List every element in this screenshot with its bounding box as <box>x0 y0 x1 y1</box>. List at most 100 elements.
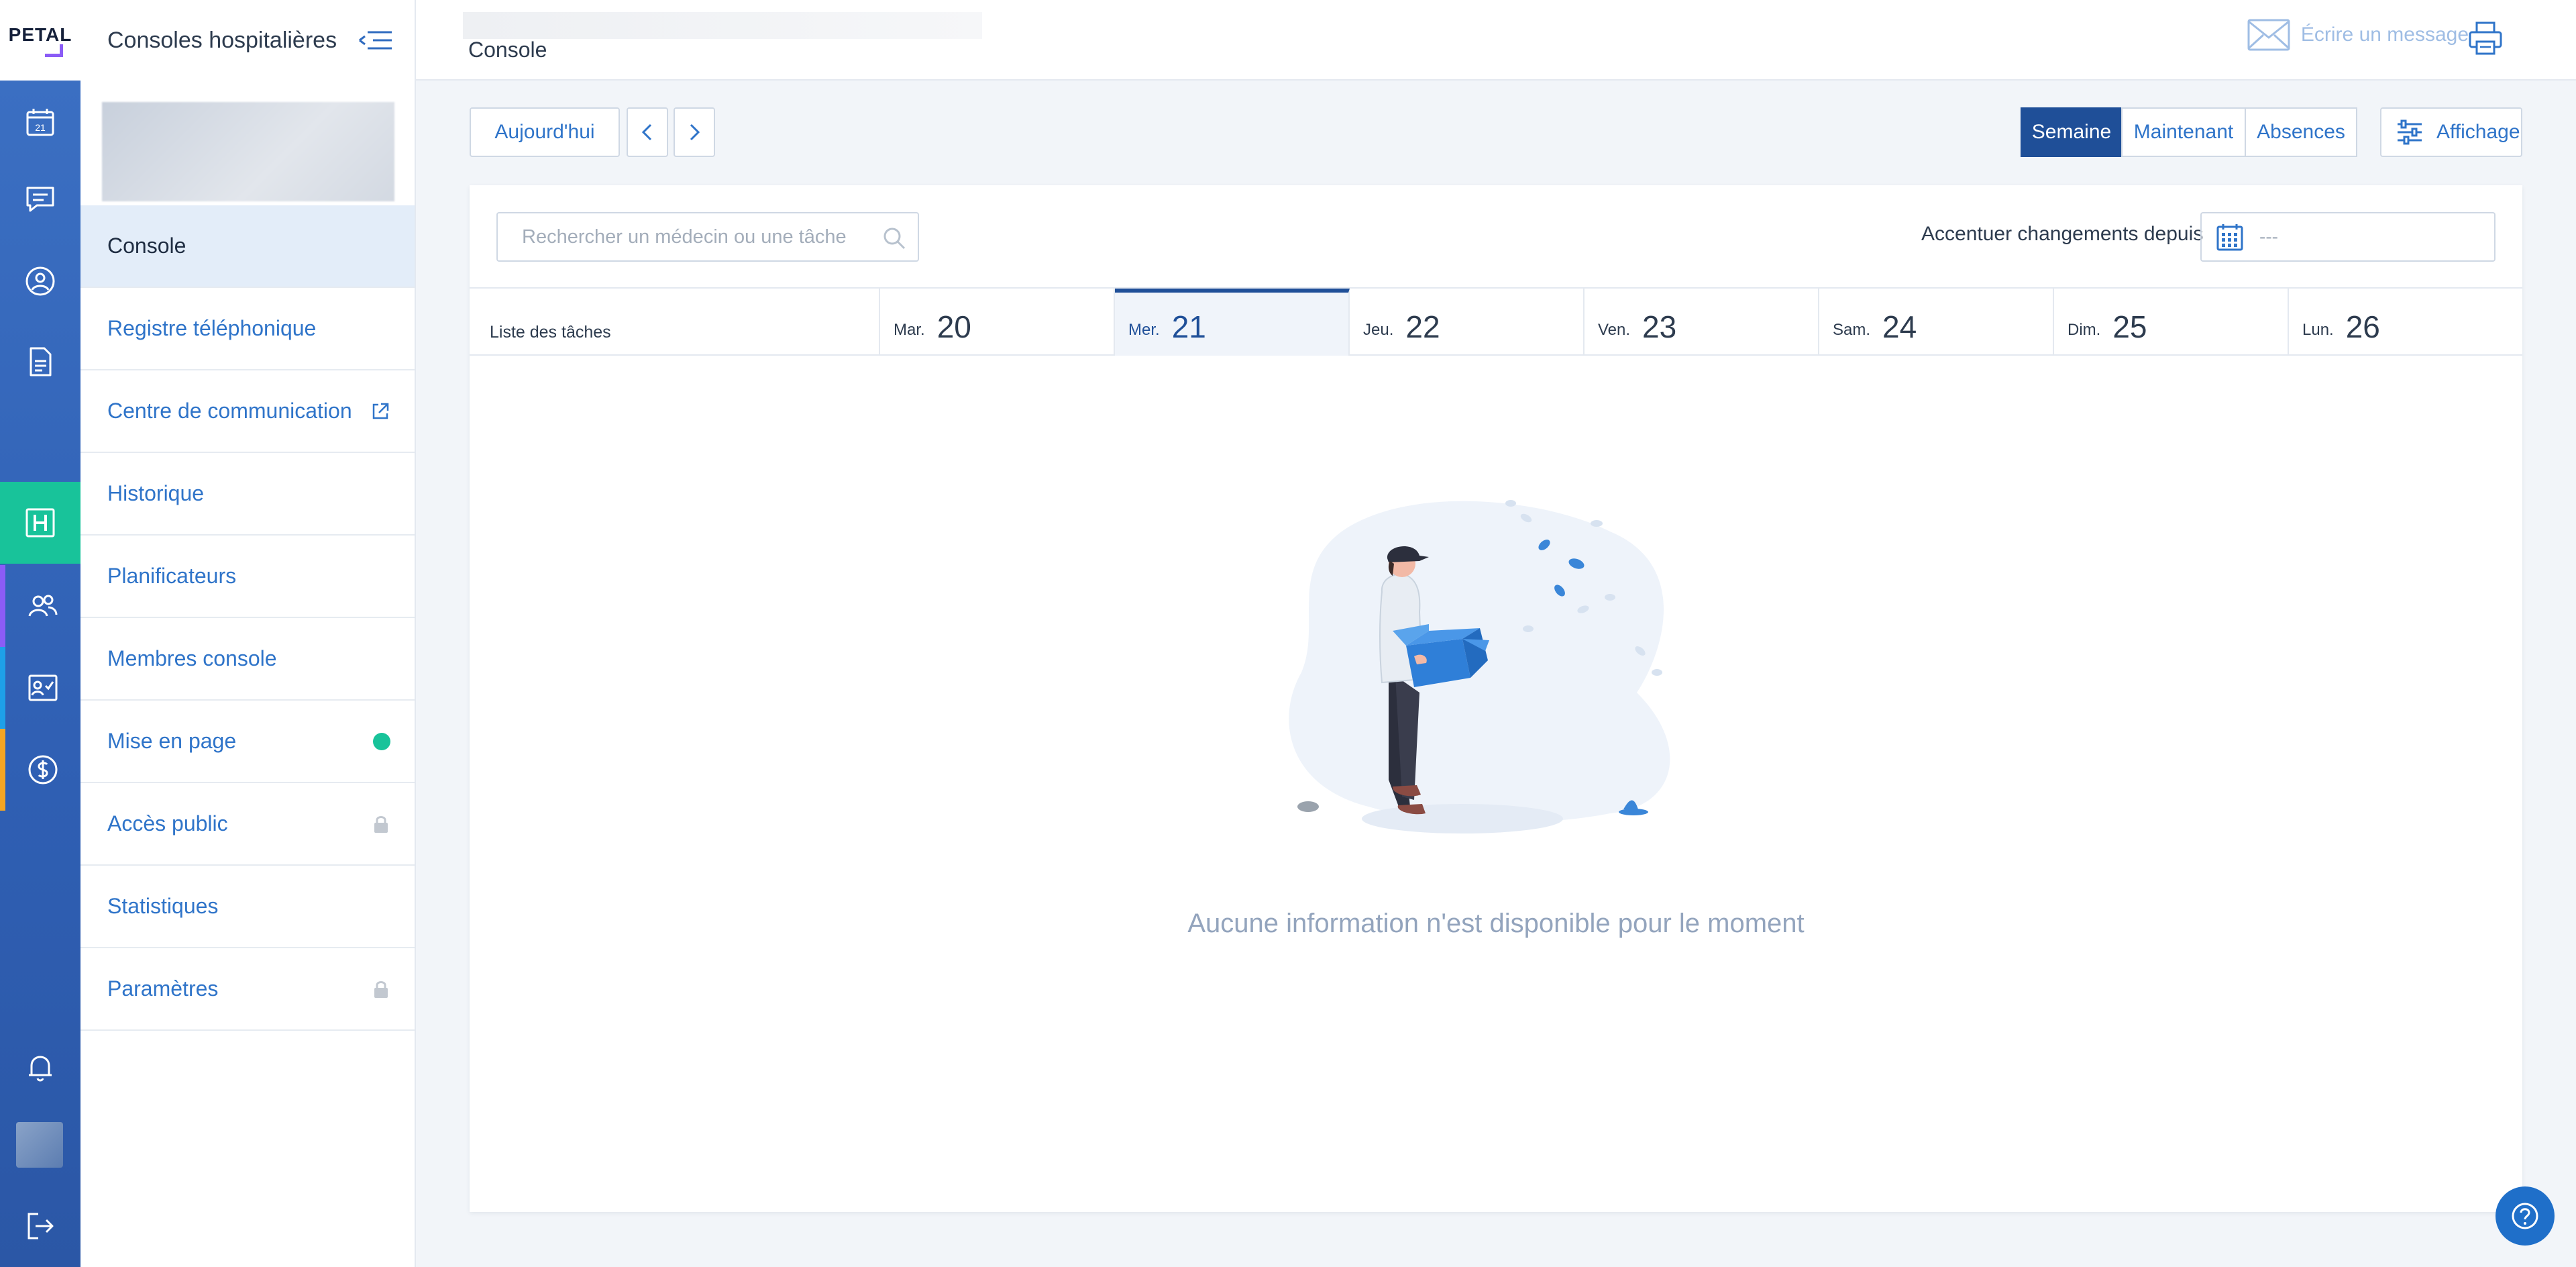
day-column-lun-26[interactable]: Lun. 26 <box>2289 289 2522 356</box>
empty-state-illustration <box>1289 500 1670 833</box>
profile-nav-button[interactable] <box>0 240 80 322</box>
day-column-jeu-22[interactable]: Jeu. 22 <box>1350 289 1585 356</box>
dollar-icon <box>28 755 58 784</box>
hospital-nav-button[interactable] <box>0 482 80 564</box>
printer-icon[interactable] <box>2467 20 2504 56</box>
checklist-icon <box>28 674 58 701</box>
sidebar-item-historique[interactable]: Historique <box>80 453 415 536</box>
accent-date-value: --- <box>2259 226 2278 247</box>
chat-nav-button[interactable] <box>0 158 80 240</box>
team-nav-button[interactable] <box>0 565 80 647</box>
tab-semaine[interactable]: Semaine <box>2021 107 2123 157</box>
write-message-button[interactable]: Écrire un message <box>2247 19 2469 51</box>
user-circle-icon <box>25 266 55 296</box>
console-sidebar: Consoles hospitalières Console Registre … <box>80 0 416 1267</box>
day-date: 24 <box>1882 309 1917 344</box>
logout-button[interactable] <box>0 1185 80 1267</box>
documents-nav-button[interactable] <box>0 321 80 403</box>
next-week-button[interactable] <box>674 107 715 157</box>
sidebar-item-label: Accès public <box>107 811 228 835</box>
sidebar-item-label: Historique <box>107 481 205 505</box>
sidebar-item-registre-telephonique[interactable]: Registre téléphonique <box>80 288 415 370</box>
tasks-column-header: Liste des tâches <box>470 289 880 356</box>
chevron-left-icon <box>641 123 652 141</box>
document-icon <box>30 347 52 376</box>
search-icon <box>883 227 906 250</box>
logout-icon <box>28 1213 54 1239</box>
section-title: Consoles hospitalières <box>107 27 337 53</box>
day-date: 26 <box>2345 309 2380 344</box>
sidebar-item-planificateurs[interactable]: Planificateurs <box>80 536 415 618</box>
petal-logo[interactable]: PETAL <box>0 0 80 81</box>
user-avatar[interactable] <box>16 1122 63 1168</box>
today-button[interactable]: Aujourd'hui <box>470 107 620 157</box>
day-column-ven-23[interactable]: Ven. 23 <box>1585 289 1819 356</box>
day-name: Lun. <box>2302 321 2334 339</box>
day-date: 20 <box>936 309 971 344</box>
sidebar-item-label: Mise en page <box>107 729 237 753</box>
search-input[interactable]: Rechercher un médecin ou une tâche <box>496 212 919 262</box>
calendar-grid-icon <box>2216 224 2243 251</box>
lock-icon <box>374 980 388 998</box>
write-message-label: Écrire un message <box>2300 23 2469 46</box>
sidebar-item-label: Membres console <box>107 646 277 670</box>
team-icon <box>28 595 58 617</box>
calendar-nav-button[interactable]: 21 <box>0 82 80 164</box>
schedule-card: Rechercher un médecin ou une tâche Accen… <box>470 185 2522 1212</box>
logo-text: PETAL <box>8 23 72 45</box>
display-label: Affichage <box>2436 121 2520 143</box>
calendar-day-number: 21 <box>35 122 46 133</box>
tab-absences[interactable]: Absences <box>2245 107 2357 157</box>
sidebar-item-membres-console[interactable]: Membres console <box>80 618 415 701</box>
chevron-right-icon <box>690 123 700 141</box>
collapse-menu-icon[interactable] <box>357 26 394 55</box>
sidebar-item-acces-public[interactable]: Accès public <box>80 783 415 866</box>
day-date: 25 <box>2112 309 2147 344</box>
day-date: 22 <box>1405 309 1440 344</box>
checklist-nav-button[interactable] <box>0 647 80 729</box>
tab-maintenant[interactable]: Maintenant <box>2121 107 2246 157</box>
sidebar-item-label: Planificateurs <box>107 564 237 588</box>
hospital-icon <box>25 508 55 538</box>
day-column-dim-25[interactable]: Dim. 25 <box>2054 289 2289 356</box>
sidebar-item-mise-en-page[interactable]: Mise en page <box>80 701 415 783</box>
day-column-mar-20[interactable]: Mar. 20 <box>880 289 1115 356</box>
sidebar-item-parametres[interactable]: Paramètres <box>80 948 415 1031</box>
day-date: 21 <box>1171 309 1206 344</box>
sidebar-item-label: Centre de communication <box>107 399 352 423</box>
day-name: Ven. <box>1598 321 1631 339</box>
day-name: Mer. <box>1128 321 1160 339</box>
sidebar-header: Consoles hospitalières <box>80 0 415 81</box>
previous-week-button[interactable] <box>627 107 668 157</box>
logo-mark-icon <box>44 44 63 57</box>
console-cover-image <box>102 102 394 201</box>
sidebar-item-centre-communication[interactable]: Centre de communication <box>80 370 415 453</box>
envelope-icon <box>2247 19 2290 51</box>
sidebar-item-statistiques[interactable]: Statistiques <box>80 866 415 948</box>
day-name: Dim. <box>2068 321 2101 339</box>
day-column-mer-21[interactable]: Mer. 21 <box>1115 289 1350 356</box>
today-label: Aujourd'hui <box>494 121 595 143</box>
status-dot <box>373 732 390 750</box>
top-bar: Console Écrire un message <box>416 0 2576 81</box>
bell-icon <box>29 1056 52 1082</box>
help-button[interactable] <box>2496 1186 2555 1246</box>
day-date: 23 <box>1642 309 1677 344</box>
empty-state-message: Aucune information n'est disponible pour… <box>1187 909 1805 938</box>
lock-icon <box>374 815 388 833</box>
display-settings-button[interactable]: Affichage <box>2380 107 2522 157</box>
calendar-icon: 21 <box>26 109 54 136</box>
sidebar-item-label: Registre téléphonique <box>107 316 317 340</box>
day-name: Mar. <box>894 321 925 339</box>
question-icon <box>2512 1203 2538 1229</box>
notifications-button[interactable] <box>0 1027 80 1109</box>
day-column-sam-24[interactable]: Sam. 24 <box>1819 289 2054 356</box>
accent-date-picker[interactable]: --- <box>2200 212 2496 262</box>
external-link-icon <box>372 403 389 419</box>
sidebar-item-label: Paramètres <box>107 976 219 1001</box>
day-name: Sam. <box>1833 321 1871 339</box>
view-tabs: Semaine Maintenant Absences <box>2021 107 2357 157</box>
sidebar-item-console[interactable]: Console <box>80 205 415 288</box>
sidebar-item-label: Console <box>107 234 186 258</box>
billing-nav-button[interactable] <box>0 729 80 811</box>
